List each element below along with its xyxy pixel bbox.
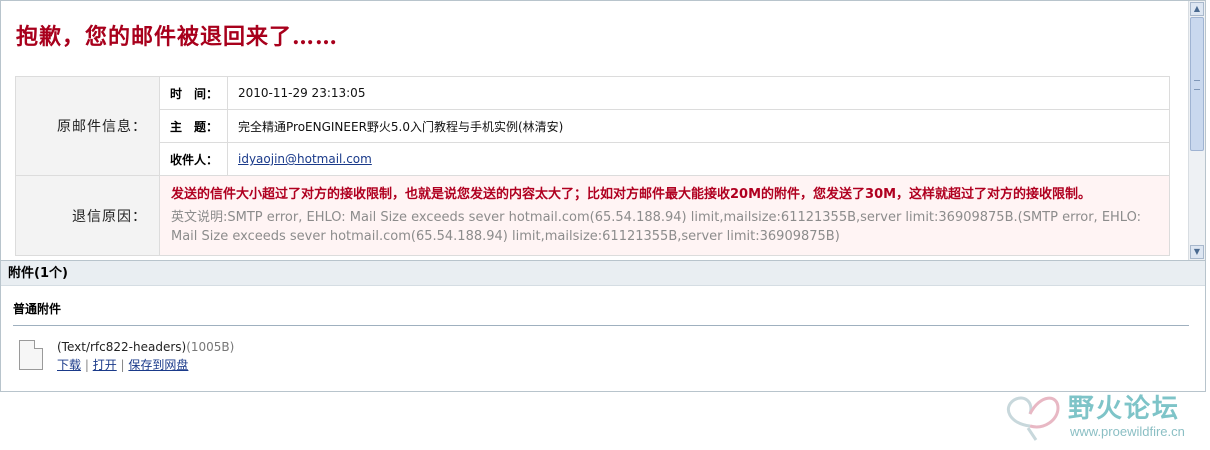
watermark-url: www.proewildfire.cn — [1070, 424, 1185, 439]
time-label: 时 间： — [159, 76, 228, 110]
separator: | — [84, 358, 93, 372]
recipient-label: 收件人： — [159, 142, 228, 176]
watermark: 野火论坛 www.proewildfire.cn — [1000, 384, 1205, 444]
original-info-section-label: 原邮件信息： — [15, 76, 160, 176]
attachment-item: (Text/rfc822-headers)(1005B) 下载 | 打开 | 保… — [19, 340, 1205, 376]
original-mail-table: 原邮件信息： 时 间： 2010-11-29 23:13:05 主 题： 完全精… — [15, 76, 1170, 256]
attachment-name: (Text/rfc822-headers)(1005B) — [57, 340, 234, 354]
attachment-filename: (Text/rfc822-headers) — [57, 340, 187, 354]
watermark-text: 野火论坛 — [1068, 394, 1181, 424]
attachments-header: 附件(1个) — [1, 260, 1205, 286]
time-value: 2010-11-29 23:13:05 — [227, 76, 1170, 110]
attachments-panel: 附件(1个) 普通附件 (Text/rfc822-headers)(1005B)… — [0, 260, 1206, 392]
attachment-actions: 下载 | 打开 | 保存到网盘 — [57, 356, 188, 373]
message-frame: 抱歉，您的邮件被退回来了…… 原邮件信息： 时 间： 2010-11-29 23… — [0, 0, 1206, 260]
recipient-link[interactable]: idyaojin@hotmail.com — [238, 152, 372, 166]
save-to-netdisk-link[interactable]: 保存到网盘 — [128, 358, 188, 372]
normal-attachments-label: 普通附件 — [13, 300, 1189, 326]
bounce-reason-detail: 英文说明:SMTP error, EHLO: Mail Size exceeds… — [171, 210, 1141, 244]
attachment-size: (1005B) — [186, 340, 235, 354]
open-link[interactable]: 打开 — [93, 358, 117, 372]
file-icon — [19, 340, 43, 370]
bounce-reason-cell: 发送的信件大小超过了对方的接收限制，也就是说您发送的内容太大了；比如对方邮件最大… — [159, 175, 1170, 256]
watermark-logo-icon — [1007, 396, 1060, 441]
bounce-reason-main: 发送的信件大小超过了对方的接收限制，也就是说您发送的内容太大了；比如对方邮件最大… — [171, 187, 1092, 202]
bounce-headline: 抱歉，您的邮件被退回来了…… — [16, 24, 339, 50]
vertical-scrollbar[interactable]: ▲ ▼ — [1188, 1, 1205, 260]
subject-value: 完全精通ProENGINEER野火5.0入门教程与手机实例(林清安) — [227, 109, 1170, 143]
scroll-down-icon[interactable]: ▼ — [1190, 245, 1204, 259]
subject-label: 主 题： — [159, 109, 228, 143]
bounce-reason-section-label: 退信原因： — [15, 175, 160, 256]
scroll-up-icon[interactable]: ▲ — [1190, 2, 1204, 16]
download-link[interactable]: 下载 — [57, 358, 81, 372]
scrollbar-thumb[interactable] — [1190, 17, 1204, 151]
